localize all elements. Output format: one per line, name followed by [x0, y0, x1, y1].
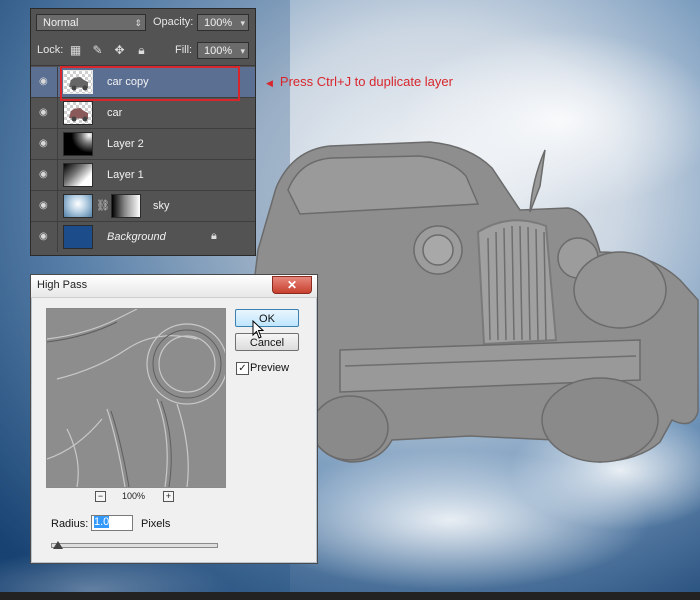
- layer-row-layer-1[interactable]: ◉ Layer 1: [31, 160, 255, 191]
- link-chain-icon: ⛓: [96, 200, 110, 212]
- visibility-toggle[interactable]: ◉: [31, 98, 58, 128]
- high-pass-dialog: High Pass ✕ − 100% + OK Cancel ✓ Preview…: [30, 274, 318, 564]
- opacity-value: 100%: [204, 17, 233, 29]
- visibility-toggle[interactable]: ◉: [31, 67, 58, 97]
- fill-field[interactable]: 100% ▾: [197, 42, 249, 59]
- preview-image: [46, 308, 228, 488]
- lock-image-brush-icon[interactable]: ✎: [91, 44, 104, 57]
- padlock-icon: 🔒︎: [211, 230, 217, 242]
- fill-label: Fill:: [175, 44, 193, 56]
- pixels-unit-label: Pixels: [141, 518, 171, 530]
- layer-thumbnail: [63, 101, 93, 125]
- eye-icon: ◉: [39, 169, 48, 180]
- lock-label: Lock:: [37, 44, 64, 56]
- layer-mask-thumbnail[interactable]: [111, 194, 141, 218]
- mouse-pointer-icon: [252, 320, 265, 339]
- layer-row-car[interactable]: ◉ car: [31, 98, 255, 129]
- ok-button[interactable]: OK: [235, 309, 299, 327]
- opacity-field[interactable]: 100% ▾: [197, 14, 249, 31]
- layer-name: Background: [107, 231, 166, 243]
- preview-label: Preview: [250, 362, 290, 374]
- visibility-toggle[interactable]: ◉: [31, 129, 58, 159]
- checkmark-icon: ✓: [238, 363, 247, 374]
- lock-bar: Lock: ▦ ✎ ✥ 🔒︎ Fill: 100% ▾: [31, 37, 255, 66]
- layer-name: car: [107, 107, 123, 119]
- dialog-titlebar[interactable]: High Pass ✕: [31, 275, 317, 298]
- chevron-down-icon: ▾: [240, 18, 245, 28]
- radius-slider-track[interactable]: [51, 543, 218, 548]
- radius-slider-thumb[interactable]: [53, 541, 63, 549]
- radius-input[interactable]: 1.0: [91, 515, 133, 531]
- eye-icon: ◉: [39, 231, 48, 242]
- layers-panel: Normal ⇕ Opacity: 100% ▾ Lock: ▦ ✎ ✥ 🔒︎ …: [30, 8, 256, 256]
- cancel-button[interactable]: Cancel: [235, 333, 299, 351]
- eye-icon: ◉: [39, 200, 48, 211]
- layer-name: Layer 2: [107, 138, 144, 150]
- plus-icon: +: [165, 491, 172, 501]
- close-button[interactable]: ✕: [272, 276, 312, 294]
- layer-thumbnail: [63, 132, 93, 156]
- zoom-level: 100%: [122, 491, 146, 501]
- fill-value: 100%: [204, 45, 233, 57]
- lock-all-padlock-icon[interactable]: 🔒︎: [135, 44, 148, 57]
- close-icon: ✕: [286, 278, 298, 292]
- zoom-in-button[interactable]: +: [163, 491, 174, 502]
- chevron-updown-icon: ⇕: [134, 18, 142, 28]
- lock-transparent-icon[interactable]: ▦: [69, 44, 82, 57]
- radius-label: Radius:: [51, 518, 89, 530]
- layer-name: sky: [153, 200, 170, 212]
- layer-thumbnail: [63, 163, 93, 187]
- blend-mode-value: Normal: [43, 17, 79, 29]
- visibility-toggle[interactable]: ◉: [31, 222, 58, 252]
- filter-preview[interactable]: [46, 308, 228, 488]
- layer-row-layer-2[interactable]: ◉ Layer 2: [31, 129, 255, 160]
- blend-mode-dropdown[interactable]: Normal ⇕: [36, 14, 146, 31]
- zoom-out-button[interactable]: −: [95, 491, 106, 502]
- layer-name: Layer 1: [107, 169, 144, 181]
- callout-annotation: ◀ Press Ctrl+J to duplicate layer: [266, 74, 453, 91]
- eye-icon: ◉: [39, 107, 48, 118]
- opacity-label: Opacity:: [153, 16, 194, 28]
- minus-icon: −: [97, 491, 104, 501]
- eye-icon: ◉: [39, 138, 48, 149]
- layer-row-sky[interactable]: ◉ ⛓ sky: [31, 191, 255, 222]
- chevron-down-icon: ▾: [240, 46, 245, 56]
- blend-bar: Normal ⇕ Opacity: 100% ▾: [31, 9, 255, 38]
- layer-thumbnail: [63, 225, 93, 249]
- callout-text: Press Ctrl+J to duplicate layer: [279, 74, 453, 89]
- visibility-toggle[interactable]: ◉: [31, 191, 58, 221]
- arrow-left-icon: ◀: [266, 78, 273, 88]
- layer-row-background[interactable]: ◉ Background 🔒︎: [31, 222, 255, 253]
- layer-thumbnail: [63, 194, 93, 218]
- radius-value: 1.0: [94, 516, 110, 528]
- lock-position-move-icon[interactable]: ✥: [113, 44, 126, 57]
- eye-icon: ◉: [39, 76, 48, 87]
- visibility-toggle[interactable]: ◉: [31, 160, 58, 190]
- highlight-box: [60, 66, 240, 101]
- preview-checkbox[interactable]: ✓: [236, 362, 249, 375]
- dialog-title: High Pass: [37, 279, 88, 291]
